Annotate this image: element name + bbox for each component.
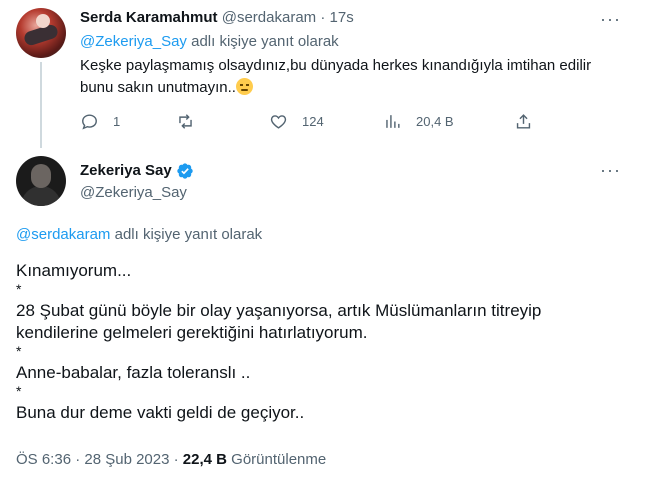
action-bar: 1 124 20,4 B bbox=[80, 110, 550, 134]
share-button[interactable] bbox=[514, 110, 533, 132]
author-handle[interactable]: @serdakaram bbox=[222, 9, 316, 26]
reply-to-suffix: adlı kişiye yanıt olarak bbox=[114, 226, 263, 243]
reply-header: Serda Karamahmut @serdakaram · 17s bbox=[80, 9, 354, 27]
like-button[interactable]: 124 bbox=[269, 110, 324, 132]
reply-context: @Zekeriya_Say adlı kişiye yanıt olarak bbox=[80, 33, 339, 51]
share-icon bbox=[516, 113, 531, 129]
views-button[interactable]: 20,4 B bbox=[383, 110, 454, 132]
verified-badge-icon[interactable] bbox=[176, 162, 194, 180]
author-name[interactable]: Serda Karamahmut bbox=[80, 9, 218, 26]
meta-separator: · bbox=[320, 9, 326, 26]
reply-to-suffix: adlı kişiye yanıt olarak bbox=[191, 33, 339, 50]
tweet-line-separator: * bbox=[16, 383, 22, 399]
reply-context: @serdakaram adlı kişiye yanıt olarak bbox=[16, 226, 262, 244]
views-count: 22,4 B bbox=[182, 451, 227, 468]
reply-to-mention[interactable]: @serdakaram bbox=[16, 226, 110, 243]
reply-tweet[interactable]: Serda Karamahmut @serdakaram · 17s ··· @… bbox=[0, 0, 650, 148]
avatar[interactable] bbox=[16, 8, 66, 58]
tweet-line: Kınamıyorum... bbox=[16, 261, 132, 280]
tweet-text-content: Keşke paylaşmamış olsaydınız,bu dünyada … bbox=[80, 57, 592, 96]
pensive-face-emoji-icon bbox=[235, 78, 253, 95]
like-count: 124 bbox=[302, 113, 324, 129]
tweet-line: Anne-babalar, fazla toleranslı .. bbox=[16, 363, 251, 382]
tweet-meta: ÖS 6:36 · 28 Şub 2023 · 22,4 B Görüntüle… bbox=[16, 451, 326, 469]
author-name-row: Zekeriya Say bbox=[80, 162, 194, 180]
more-options-icon[interactable]: ··· bbox=[600, 160, 621, 181]
tweet-line-separator: * bbox=[16, 281, 22, 297]
more-options-icon[interactable]: ··· bbox=[600, 9, 621, 30]
avatar[interactable] bbox=[16, 156, 66, 206]
tweet-timestamp[interactable]: ÖS 6:36 · 28 Şub 2023 · bbox=[16, 451, 179, 468]
retweet-button[interactable] bbox=[176, 110, 209, 132]
reply-to-mention[interactable]: @Zekeriya_Say bbox=[80, 33, 187, 50]
reply-count: 1 bbox=[113, 113, 121, 129]
thread-line bbox=[40, 62, 42, 148]
author-name[interactable]: Zekeriya Say bbox=[80, 162, 172, 180]
analytics-icon bbox=[386, 114, 400, 128]
heart-icon bbox=[270, 114, 287, 129]
tweet-line: 28 Şubat günü böyle bir olay yaşanıyorsa… bbox=[16, 301, 542, 342]
reply-icon bbox=[82, 113, 97, 129]
tweet-text: Kınamıyorum... * 28 Şubat günü böyle bir… bbox=[16, 260, 626, 424]
tweet-time[interactable]: 17s bbox=[330, 9, 354, 26]
tweet-line: Buna dur deme vakti geldi de geçiyor.. bbox=[16, 403, 305, 422]
views-count: 20,4 B bbox=[416, 113, 454, 129]
reply-button[interactable]: 1 bbox=[80, 110, 120, 132]
tweet-line-separator: * bbox=[16, 343, 22, 359]
retweet-icon bbox=[179, 113, 192, 129]
views-label: Görüntülenme bbox=[231, 451, 327, 468]
tweet-text: Keşke paylaşmamış olsaydınız,bu dünyada … bbox=[80, 55, 620, 99]
author-handle[interactable]: @Zekeriya_Say bbox=[80, 184, 187, 202]
